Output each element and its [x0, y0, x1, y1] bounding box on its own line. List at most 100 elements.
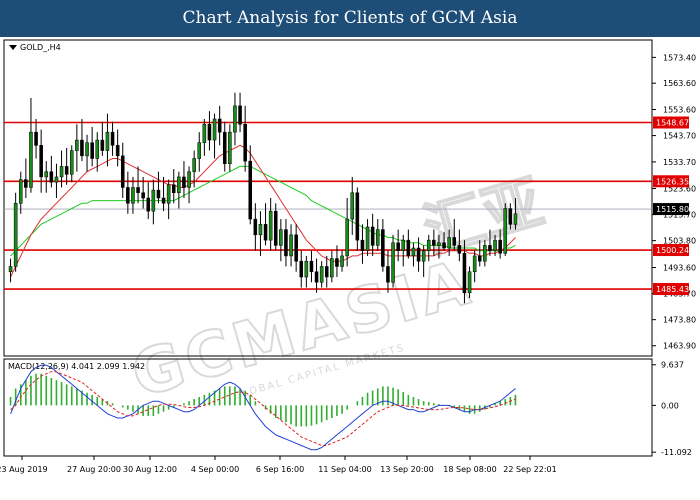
candle-body	[263, 224, 268, 241]
candle-body	[294, 234, 298, 262]
candle-body	[498, 239, 502, 254]
candle-body	[467, 271, 472, 294]
candle-body	[44, 171, 49, 178]
candle-body	[284, 229, 288, 257]
candle-body	[8, 266, 13, 272]
candle-body	[503, 208, 508, 254]
candle-body	[411, 247, 416, 257]
candle-body	[426, 239, 431, 251]
time-tick-label: 22 Sep 22:01	[503, 465, 556, 474]
candle-body	[513, 213, 518, 225]
candle-body	[100, 139, 105, 151]
candle-body	[228, 131, 232, 165]
candle-body	[477, 255, 482, 262]
candle-body	[381, 229, 385, 267]
candle-body	[85, 142, 89, 157]
candle-body	[207, 124, 212, 141]
price-axis: 1573.401563.601553.601543.701533.701523.…	[652, 53, 696, 351]
candle-body	[64, 166, 69, 175]
macd-label: MACD(12,26,9) 4.041 2.099 1.942	[8, 362, 145, 371]
price-tick-label: 1463.90	[663, 342, 696, 351]
time-tick-label: 27 Aug 20:00	[67, 465, 121, 474]
candle-body	[75, 139, 79, 151]
candle-body	[156, 189, 161, 199]
time-tick-label: 6 Sep 16:00	[256, 465, 304, 474]
candle-body	[488, 245, 492, 251]
watermark: GCMASIA 汇亚 GLOBAL CAPITAL MARKETS	[123, 166, 552, 412]
level-price-label: 1485.43	[656, 285, 689, 294]
candle-body	[29, 131, 33, 188]
macd-tick-label: -11.092	[661, 448, 692, 457]
candle-body	[197, 142, 202, 159]
macd-lines	[10, 364, 516, 451]
candle-body	[166, 184, 171, 204]
candle-body	[187, 171, 191, 188]
candle-body	[90, 142, 94, 159]
macd-tick-label: 0.00	[661, 401, 679, 410]
candle-body	[115, 145, 120, 157]
candle-body	[335, 258, 339, 267]
candle-body	[386, 266, 390, 283]
candle-body	[222, 131, 227, 165]
candle-body	[248, 160, 253, 220]
symbol-label: GOLD_,H4	[20, 43, 61, 52]
candle-body	[299, 260, 304, 278]
candle-body	[131, 187, 135, 204]
time-tick-label: 11 Sep 04:00	[318, 465, 371, 474]
level-price-label: 1500.24	[656, 246, 689, 255]
candle-body	[182, 176, 186, 188]
time-tick-label: 18 Sep 08:00	[443, 465, 496, 474]
candle-body	[309, 260, 314, 272]
candle-body	[508, 208, 513, 225]
candle-body	[452, 237, 457, 246]
chart-banner: Chart Analysis for Clients of GCM Asia	[0, 0, 700, 37]
price-tick-label: 1473.80	[663, 316, 696, 325]
candle-body	[375, 229, 380, 246]
price-tick-label: 1533.70	[663, 158, 696, 167]
candle-body	[457, 245, 462, 254]
candle-body	[432, 239, 436, 246]
candle-body	[493, 239, 497, 251]
candle-body	[401, 239, 406, 251]
candle-body	[238, 105, 242, 125]
candle-body	[233, 105, 237, 133]
price-tick-label: 1563.60	[663, 79, 696, 88]
candle-body	[95, 139, 100, 159]
candle-body	[126, 187, 130, 204]
candle-body	[146, 197, 151, 212]
candle-body	[360, 239, 365, 251]
candle-body	[355, 192, 360, 241]
time-tick-label: 30 Aug 12:00	[123, 465, 177, 474]
candle-body	[345, 218, 349, 257]
candle-body	[110, 131, 115, 146]
candle-body	[406, 239, 411, 257]
candle-body	[34, 131, 38, 146]
banner-title: Chart Analysis for Clients of GCM Asia	[182, 8, 518, 28]
candle-body	[314, 271, 319, 283]
candle-body	[69, 150, 74, 175]
candle-body	[105, 131, 110, 151]
candle-body	[447, 237, 451, 249]
candle-body	[340, 255, 344, 267]
candle-body	[268, 210, 273, 241]
time-tick-label: 23 Aug 2019	[0, 465, 48, 474]
candle-body	[192, 158, 196, 172]
candle-body	[365, 226, 370, 251]
time-tick-label: 4 Sep 00:00	[191, 465, 239, 474]
price-tick-label: 1553.60	[663, 106, 696, 115]
candle-body	[161, 197, 166, 204]
price-tick-label: 1543.70	[663, 132, 696, 141]
candle-body	[212, 118, 217, 141]
candle-body	[39, 145, 43, 178]
candle-body	[18, 179, 23, 204]
candle-body	[202, 124, 207, 143]
candle-body	[49, 171, 54, 183]
candle-body	[396, 242, 400, 251]
candle-body	[437, 242, 441, 246]
price-tick-label: 1573.40	[663, 53, 696, 62]
candle-body	[279, 229, 283, 246]
time-tick-label: 13 Sep 20:00	[380, 465, 433, 474]
dropdown-triangle-icon[interactable]	[9, 45, 17, 50]
candle-body	[273, 210, 278, 246]
chart-canvas: GCMASIA 汇亚 GLOBAL CAPITAL MARKETS 1573.4…	[0, 39, 696, 474]
